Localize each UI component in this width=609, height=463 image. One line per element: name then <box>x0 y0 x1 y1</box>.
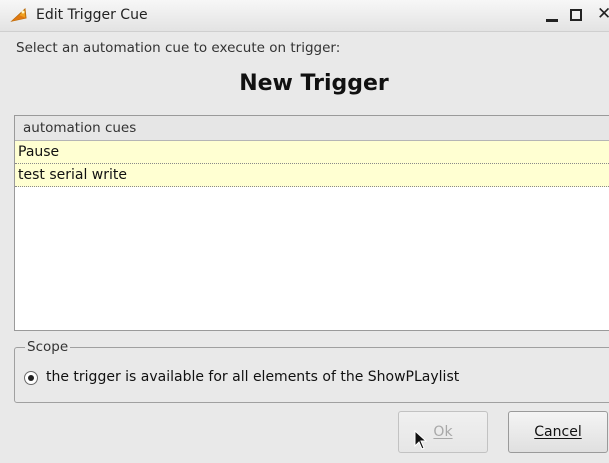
cancel-button-label: Cancel <box>534 424 582 440</box>
window-title: Edit Trigger Cue <box>36 7 148 23</box>
cancel-button[interactable]: Cancel <box>508 411 608 453</box>
scope-option-label[interactable]: the trigger is available for all element… <box>46 369 459 385</box>
scope-radio-button[interactable] <box>24 371 38 385</box>
list-item-test-serial-write[interactable]: test serial write <box>15 164 609 187</box>
scope-legend: Scope <box>25 338 71 356</box>
edit-trigger-cue-dialog: Edit Trigger Cue ✕ Select an automation … <box>0 0 609 463</box>
radio-selected-dot <box>28 375 34 381</box>
minimize-icon[interactable] <box>546 19 558 22</box>
app-logo-icon <box>10 7 27 22</box>
ok-button-label: Ok <box>433 424 453 440</box>
list-item-pause[interactable]: Pause <box>15 141 609 164</box>
ok-button[interactable]: Ok <box>398 411 488 453</box>
automation-cues-list[interactable]: automation cues Pause test serial write <box>14 115 609 331</box>
close-icon[interactable]: ✕ <box>597 4 609 24</box>
dialog-heading: New Trigger <box>239 71 389 96</box>
title-bar[interactable]: Edit Trigger Cue ✕ <box>0 0 609 32</box>
maximize-icon[interactable] <box>570 9 582 21</box>
mouse-pointer-icon <box>414 430 428 450</box>
scope-group: Scope the trigger is available for all e… <box>14 338 609 403</box>
list-column-header[interactable]: automation cues <box>15 116 609 141</box>
instruction-text: Select an automation cue to execute on t… <box>16 40 341 56</box>
